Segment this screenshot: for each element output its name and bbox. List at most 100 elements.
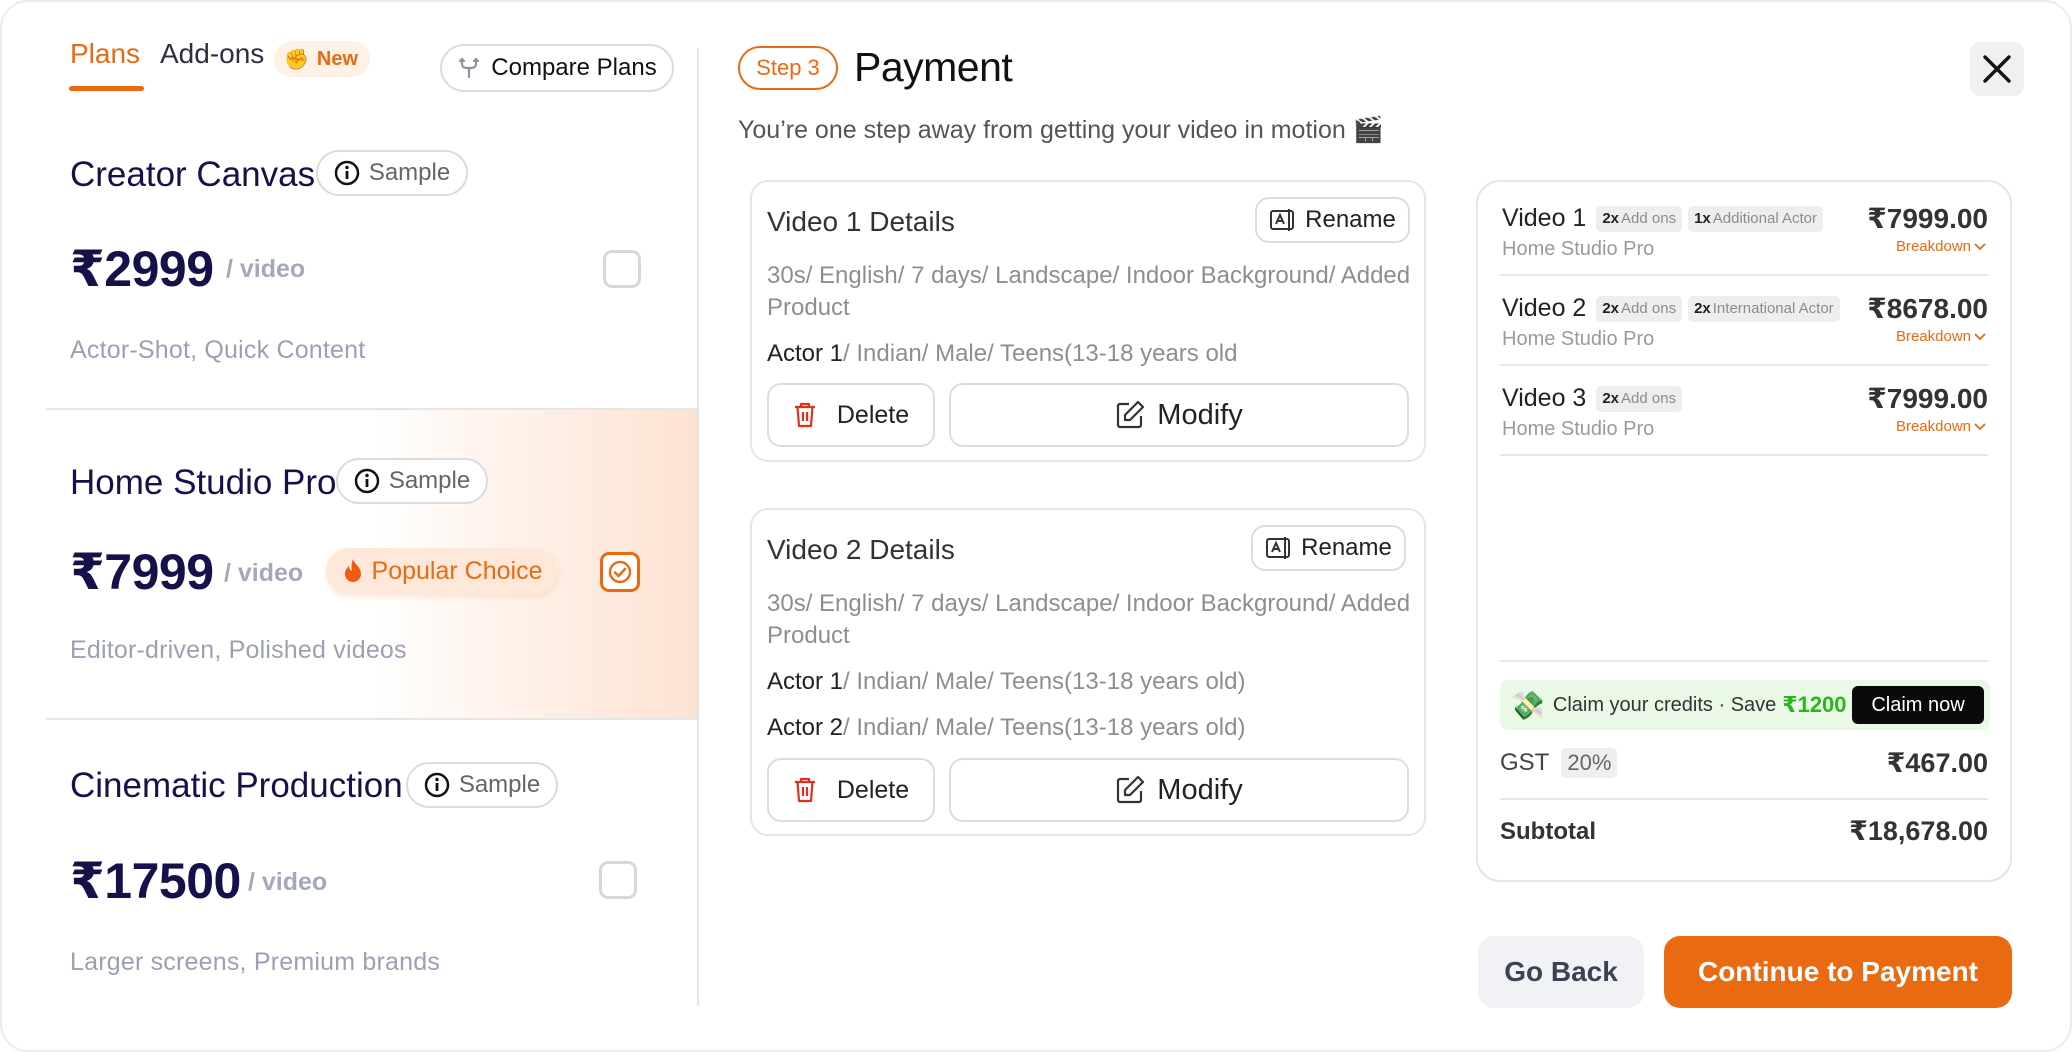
chip-count: 2x: [1694, 300, 1711, 317]
delete-button[interactable]: Delete: [767, 383, 935, 447]
gst-rate: 20%: [1561, 748, 1618, 778]
sample-button[interactable]: Sample: [316, 150, 468, 196]
video-details-card: Video 1 Details Rename 30s/ English/ 7 d…: [750, 180, 1426, 462]
rename-icon: [1270, 209, 1295, 231]
fire-icon: [344, 559, 361, 582]
rename-button[interactable]: Rename: [1255, 197, 1410, 243]
rename-label: Rename: [1305, 206, 1396, 233]
actor-label: Actor 2: [767, 714, 844, 741]
video-spec-line: Product: [767, 294, 850, 321]
chip-count: 2x: [1602, 390, 1620, 407]
check-icon: [608, 560, 632, 584]
breakdown-toggle[interactable]: Breakdown: [1896, 418, 1986, 435]
summary-item-plan: Home Studio Pro: [1502, 328, 1655, 350]
chip-label: Add ons: [1621, 390, 1677, 407]
edit-icon: [1117, 775, 1145, 804]
actor-detail: / Indian/ Male/ Teens(13-18 years old): [843, 668, 1246, 695]
modify-button[interactable]: Modify: [949, 758, 1409, 822]
summary-item-price: ₹8678.00: [1867, 293, 1988, 324]
plan-description: Editor-driven, Polished videos: [70, 636, 407, 664]
plan-checkbox-checked[interactable]: [600, 552, 640, 592]
chevron-down-icon: [1974, 422, 1986, 430]
compare-plans-label: Compare Plans: [491, 54, 657, 81]
info-icon: [424, 772, 450, 798]
divider: [46, 718, 698, 720]
tab-addons[interactable]: Add-ons: [160, 38, 264, 70]
video-title: Video 2 Details: [767, 534, 955, 565]
video-spec-line: 30s/ English/ 7 days/ Landscape/ Indoor …: [767, 590, 1411, 617]
video-spec-line: Product: [767, 622, 850, 649]
compare-plans-button[interactable]: Compare Plans: [440, 44, 674, 92]
new-badge-label: New: [316, 47, 359, 70]
edit-icon: [1117, 400, 1145, 429]
claim-now-button[interactable]: Claim now: [1852, 686, 1984, 724]
video-details-card: Video 2 Details Rename 30s/ English/ 7 d…: [750, 508, 1426, 836]
addon-chip: 2x Add ons: [1596, 205, 1683, 232]
summary-item-header: Video 3 2x Add ons: [1502, 384, 1683, 413]
chip-label: Additional Actor: [1712, 210, 1817, 227]
summary-item-header: Video 2 2x Add ons 2x International Actor: [1502, 294, 1840, 323]
actor-line: Actor 1/ Indian/ Male/ Teens(13-18 years…: [767, 668, 1245, 696]
breakdown-label: Breakdown: [1895, 418, 1971, 435]
per-video-label: / video: [226, 255, 306, 283]
chip-label: International Actor: [1712, 300, 1834, 317]
panel-divider: [697, 48, 699, 1006]
gst-label: GST: [1500, 749, 1550, 776]
chevron-down-icon: [1974, 332, 1986, 340]
summary-item-name: Video 3: [1502, 384, 1587, 412]
subtotal-label: Subtotal: [1500, 818, 1596, 845]
breakdown-toggle[interactable]: Breakdown: [1896, 328, 1986, 345]
chip-count: 1x: [1694, 210, 1711, 227]
payment-modal: Plans Add-ons ✊ New Compare Plans Creato…: [0, 0, 2072, 1052]
delete-label: Delete: [836, 775, 910, 804]
addon-chip: 2x Add ons: [1596, 385, 1683, 412]
modify-label: Modify: [1157, 398, 1243, 431]
plan-checkbox[interactable]: [603, 250, 641, 288]
go-back-button[interactable]: Go Back: [1478, 936, 1644, 1008]
credits-banner: 💸 Claim your credits · Save ₹1200 Claim …: [1500, 680, 1990, 730]
continue-to-payment-button[interactable]: Continue to Payment: [1664, 936, 2012, 1008]
plan-price: ₹17500: [70, 853, 241, 909]
tab-plans[interactable]: Plans: [70, 38, 140, 70]
sample-label: Sample: [368, 159, 451, 186]
chip-count: 2x: [1602, 300, 1620, 317]
subtotal-value: ₹18,678.00: [1849, 816, 1988, 846]
video-title: Video 1 Details: [767, 206, 955, 237]
sample-label: Sample: [458, 771, 541, 798]
sample-button[interactable]: Sample: [336, 458, 488, 504]
trash-icon: [794, 402, 815, 428]
plan-price: ₹7999: [70, 544, 214, 600]
credits-amount: ₹1200: [1782, 692, 1847, 717]
gst-value: ₹467.00: [1886, 748, 1988, 778]
page-title: Payment: [854, 44, 1013, 90]
plan-checkbox[interactable]: [599, 861, 637, 899]
summary-item-plan: Home Studio Pro: [1502, 238, 1655, 260]
actor-label: Actor 1: [767, 340, 844, 367]
rename-button[interactable]: Rename: [1251, 525, 1406, 571]
step-badge: Step 3: [738, 46, 838, 90]
divider: [1500, 454, 1988, 456]
divider: [1500, 798, 1988, 800]
page-subtitle: You’re one step away from getting your v…: [738, 116, 1384, 144]
summary-item-name: Video 2: [1502, 294, 1587, 322]
plan-description: Actor-Shot, Quick Content: [70, 336, 366, 364]
new-badge: ✊ New: [274, 41, 371, 77]
close-button[interactable]: [1970, 42, 2024, 96]
modify-button[interactable]: Modify: [949, 383, 1409, 447]
per-video-label: / video: [248, 868, 328, 896]
breakdown-toggle[interactable]: Breakdown: [1896, 238, 1986, 255]
sample-label: Sample: [388, 467, 471, 494]
actor-line: Actor 1/ Indian/ Male/ Teens(13-18 years…: [767, 340, 1237, 368]
popular-choice-badge: Popular Choice: [326, 548, 558, 594]
chip-label: Add ons: [1621, 210, 1677, 227]
sample-button[interactable]: Sample: [406, 762, 558, 808]
summary-item-name: Video 1: [1502, 204, 1587, 232]
breakdown-label: Breakdown: [1895, 328, 1971, 345]
credits-text: Claim your credits · Save: [1552, 693, 1777, 716]
video-spec: 30s/ English/ 7 days/ Landscape/ Indoor …: [767, 260, 1410, 324]
chip-label: Add ons: [1621, 300, 1677, 317]
plan-description: Larger screens, Premium brands: [70, 948, 441, 976]
per-video-label: / video: [224, 559, 304, 587]
delete-button[interactable]: Delete: [767, 758, 935, 822]
close-icon: [1983, 55, 2011, 83]
